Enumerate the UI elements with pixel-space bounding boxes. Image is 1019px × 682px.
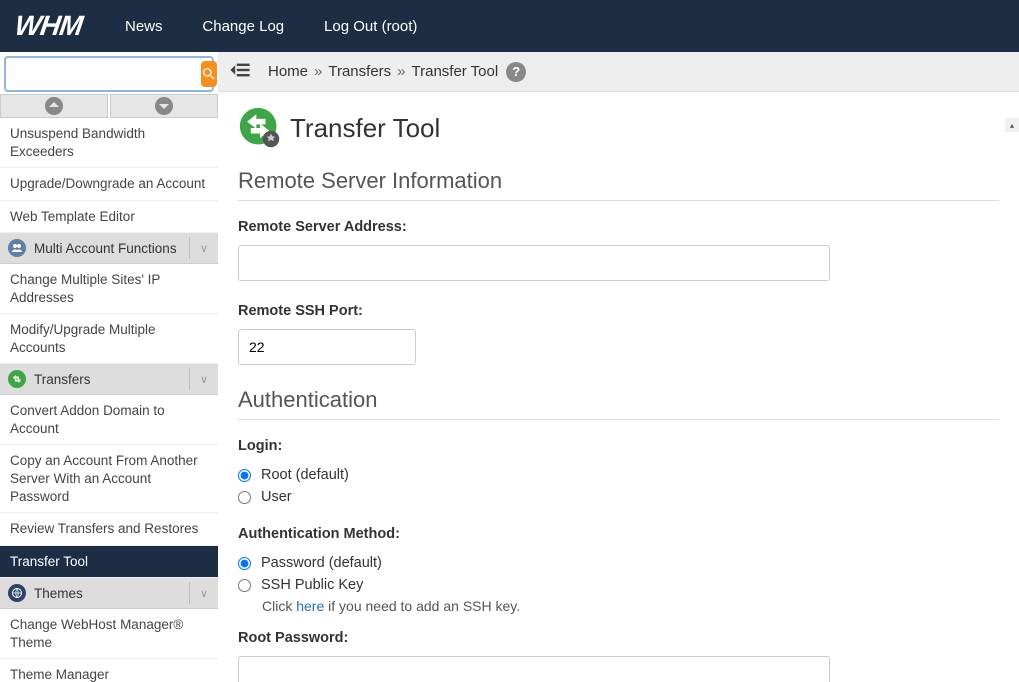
- chevron-down-icon: ∨: [200, 373, 208, 386]
- search-bar: [4, 56, 214, 92]
- collapse-all-button[interactable]: [0, 94, 108, 118]
- search-input[interactable]: [8, 62, 201, 86]
- sidebar-category-transfers[interactable]: Transfers ∨: [0, 364, 218, 395]
- breadcrumb: Home » Transfers » Transfer Tool ?: [218, 52, 1019, 92]
- sidebar-item[interactable]: Upgrade/Downgrade an Account: [0, 168, 218, 201]
- hint-text-pre: Click: [262, 598, 296, 614]
- caret-up-icon: [45, 97, 63, 115]
- sidebar-item[interactable]: Theme Manager: [0, 659, 218, 682]
- page-title-text: Transfer Tool: [290, 113, 440, 144]
- sidebar-category-label: Themes: [34, 586, 83, 601]
- login-root-label: Root (default): [261, 467, 349, 483]
- auth-radio-group: Password (default) SSH Public Key: [238, 552, 999, 596]
- auth-sshkey-radio[interactable]: [238, 579, 251, 592]
- page-title: Transfer Tool: [238, 106, 999, 150]
- transfer-icon: [8, 370, 26, 388]
- sidebar-item-transfer-tool[interactable]: Transfer Tool: [0, 546, 218, 579]
- hint-text-post: if you need to add an SSH key.: [324, 598, 520, 614]
- breadcrumb-home[interactable]: Home: [268, 63, 308, 80]
- remote-address-label: Remote Server Address:: [238, 219, 999, 235]
- separator: [189, 582, 190, 604]
- separator: [189, 237, 190, 259]
- root-password-label: Root Password:: [238, 630, 999, 646]
- sidebar[interactable]: Unsuspend Bandwidth Exceeders Upgrade/Do…: [0, 118, 218, 682]
- sidebar-item[interactable]: Change WebHost Manager® Theme: [0, 609, 218, 659]
- remote-address-input[interactable]: [238, 245, 830, 281]
- sidebar-category-multi-account[interactable]: Multi Account Functions ∨: [0, 233, 218, 264]
- sidebar-item[interactable]: Modify/Upgrade Multiple Accounts: [0, 314, 218, 364]
- sidebar-category-label: Multi Account Functions: [34, 241, 177, 256]
- login-user-label: User: [261, 489, 292, 505]
- ssh-port-input[interactable]: [238, 329, 416, 365]
- sidebar-item[interactable]: Unsuspend Bandwidth Exceeders: [0, 118, 218, 168]
- root-password-input[interactable]: [238, 656, 830, 682]
- ssh-key-hint: Click here if you need to add an SSH key…: [262, 598, 999, 614]
- auth-password-radio[interactable]: [238, 557, 251, 570]
- login-root-radio[interactable]: [238, 469, 251, 482]
- chevron-down-icon: ∨: [200, 242, 208, 255]
- main-content: Transfer Tool Remote Server Information …: [218, 92, 1019, 682]
- sidebar-item[interactable]: Web Template Editor: [0, 201, 218, 234]
- help-icon[interactable]: ?: [506, 62, 526, 82]
- sidebar-item[interactable]: Copy an Account From Another Server With…: [0, 445, 218, 513]
- caret-down-icon: [155, 97, 173, 115]
- auth-password-label: Password (default): [261, 555, 382, 571]
- sidebar-category-themes[interactable]: Themes ∨: [0, 578, 218, 609]
- search-button[interactable]: [201, 61, 217, 87]
- sidebar-toggle-icon[interactable]: [230, 62, 250, 82]
- sidebar-category-label: Transfers: [34, 372, 91, 387]
- sidebar-item[interactable]: Review Transfers and Restores: [0, 513, 218, 546]
- login-label: Login:: [238, 438, 999, 454]
- add-ssh-key-link[interactable]: here: [296, 598, 324, 614]
- section-authentication: Authentication: [238, 387, 999, 420]
- expand-all-button[interactable]: [110, 94, 218, 118]
- breadcrumb-separator: »: [397, 63, 405, 80]
- top-bar: WHM News Change Log Log Out (root): [0, 0, 1019, 52]
- nav-logout[interactable]: Log Out (root): [306, 18, 435, 35]
- login-user-radio[interactable]: [238, 491, 251, 504]
- people-icon: [8, 239, 26, 257]
- chevron-down-icon: ∨: [200, 587, 208, 600]
- separator: [189, 368, 190, 390]
- sidebar-item[interactable]: Convert Addon Domain to Account: [0, 395, 218, 445]
- sidebar-item[interactable]: Change Multiple Sites' IP Addresses: [0, 264, 218, 314]
- login-radio-group: Root (default) User: [238, 464, 999, 508]
- ssh-port-label: Remote SSH Port:: [238, 303, 999, 319]
- nav-news[interactable]: News: [107, 18, 181, 35]
- breadcrumb-separator: »: [314, 63, 322, 80]
- transfer-tool-icon: [238, 106, 282, 150]
- breadcrumb-current: Transfer Tool: [412, 63, 499, 80]
- section-remote-server: Remote Server Information: [238, 168, 999, 201]
- globe-icon: [8, 584, 26, 602]
- top-nav: News Change Log Log Out (root): [107, 18, 435, 35]
- collapse-bar: [0, 94, 218, 118]
- search-icon: [201, 66, 217, 82]
- auth-sshkey-label: SSH Public Key: [261, 577, 363, 593]
- whm-logo: WHM: [13, 10, 84, 42]
- breadcrumb-transfers[interactable]: Transfers: [328, 63, 391, 80]
- nav-changelog[interactable]: Change Log: [184, 18, 302, 35]
- auth-method-label: Authentication Method:: [238, 526, 999, 542]
